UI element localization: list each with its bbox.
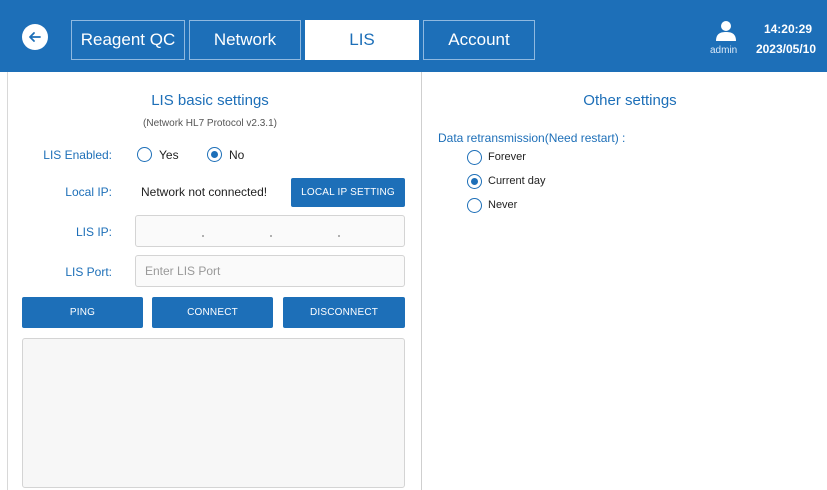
lis-enabled-label: LIS Enabled: xyxy=(43,148,112,162)
retrans-current-day-radio[interactable] xyxy=(467,174,482,189)
ping-button[interactable]: PING xyxy=(22,297,143,328)
clock-time: 14:20:29 xyxy=(763,22,812,36)
clock-date: 2023/05/10 xyxy=(755,42,816,56)
user-icon xyxy=(716,21,736,41)
back-button[interactable] xyxy=(22,24,48,50)
lis-enabled-no-label: No xyxy=(229,148,245,162)
panel-divider xyxy=(421,72,422,490)
connection-log-area[interactable] xyxy=(22,338,405,488)
arrow-left-icon xyxy=(29,32,41,42)
ip-separator-dot xyxy=(202,235,204,237)
tab-reagent-qc-label: Reagent QC xyxy=(80,30,176,49)
lis-ip-input[interactable] xyxy=(135,215,405,247)
retrans-never-label: Never xyxy=(488,199,518,211)
tab-lis-label: LIS xyxy=(349,30,375,49)
connect-button[interactable]: CONNECT xyxy=(152,297,273,328)
lis-ip-label: LIS IP: xyxy=(75,225,112,239)
other-settings-title: Other settings xyxy=(583,92,677,109)
lis-port-input[interactable]: Enter LIS Port xyxy=(135,255,405,287)
local-ip-value: Network not connected! xyxy=(141,185,268,199)
lis-enabled-yes-label: Yes xyxy=(159,148,179,162)
retrans-forever-radio[interactable] xyxy=(467,150,482,165)
lis-port-placeholder: Enter LIS Port xyxy=(145,264,221,278)
local-ip-setting-button[interactable]: LOCAL IP SETTING xyxy=(291,178,405,207)
retrans-never-radio[interactable] xyxy=(467,198,482,213)
lis-basic-title: LIS basic settings xyxy=(151,92,269,109)
ip-separator-dot xyxy=(270,235,272,237)
header-bar: Reagent QC Network LIS Account admin 14:… xyxy=(0,0,827,72)
tab-lis[interactable]: LIS xyxy=(305,20,419,60)
lis-settings-screen: Reagent QC Network LIS Account admin 14:… xyxy=(0,0,827,490)
lis-port-label: LIS Port: xyxy=(65,265,112,279)
left-frame-line xyxy=(7,72,8,490)
data-retransmission-label: Data retransmission(Need restart) : xyxy=(438,131,626,145)
tab-account[interactable]: Account xyxy=(423,20,535,60)
user-name: admin xyxy=(710,45,738,56)
lis-enabled-no-radio[interactable] xyxy=(207,147,222,162)
lis-enabled-yes-radio[interactable] xyxy=(137,147,152,162)
tab-network[interactable]: Network xyxy=(189,20,301,60)
retrans-forever-label: Forever xyxy=(488,151,526,163)
ip-separator-dot xyxy=(338,235,340,237)
local-ip-label: Local IP: xyxy=(65,185,112,199)
tab-account-label: Account xyxy=(448,30,510,49)
tab-reagent-qc[interactable]: Reagent QC xyxy=(71,20,185,60)
disconnect-button[interactable]: DISCONNECT xyxy=(283,297,405,328)
tab-network-label: Network xyxy=(213,30,277,49)
retrans-current-day-label: Current day xyxy=(488,175,546,187)
lis-basic-subtitle: (Network HL7 Protocol v2.3.1) xyxy=(143,118,277,129)
